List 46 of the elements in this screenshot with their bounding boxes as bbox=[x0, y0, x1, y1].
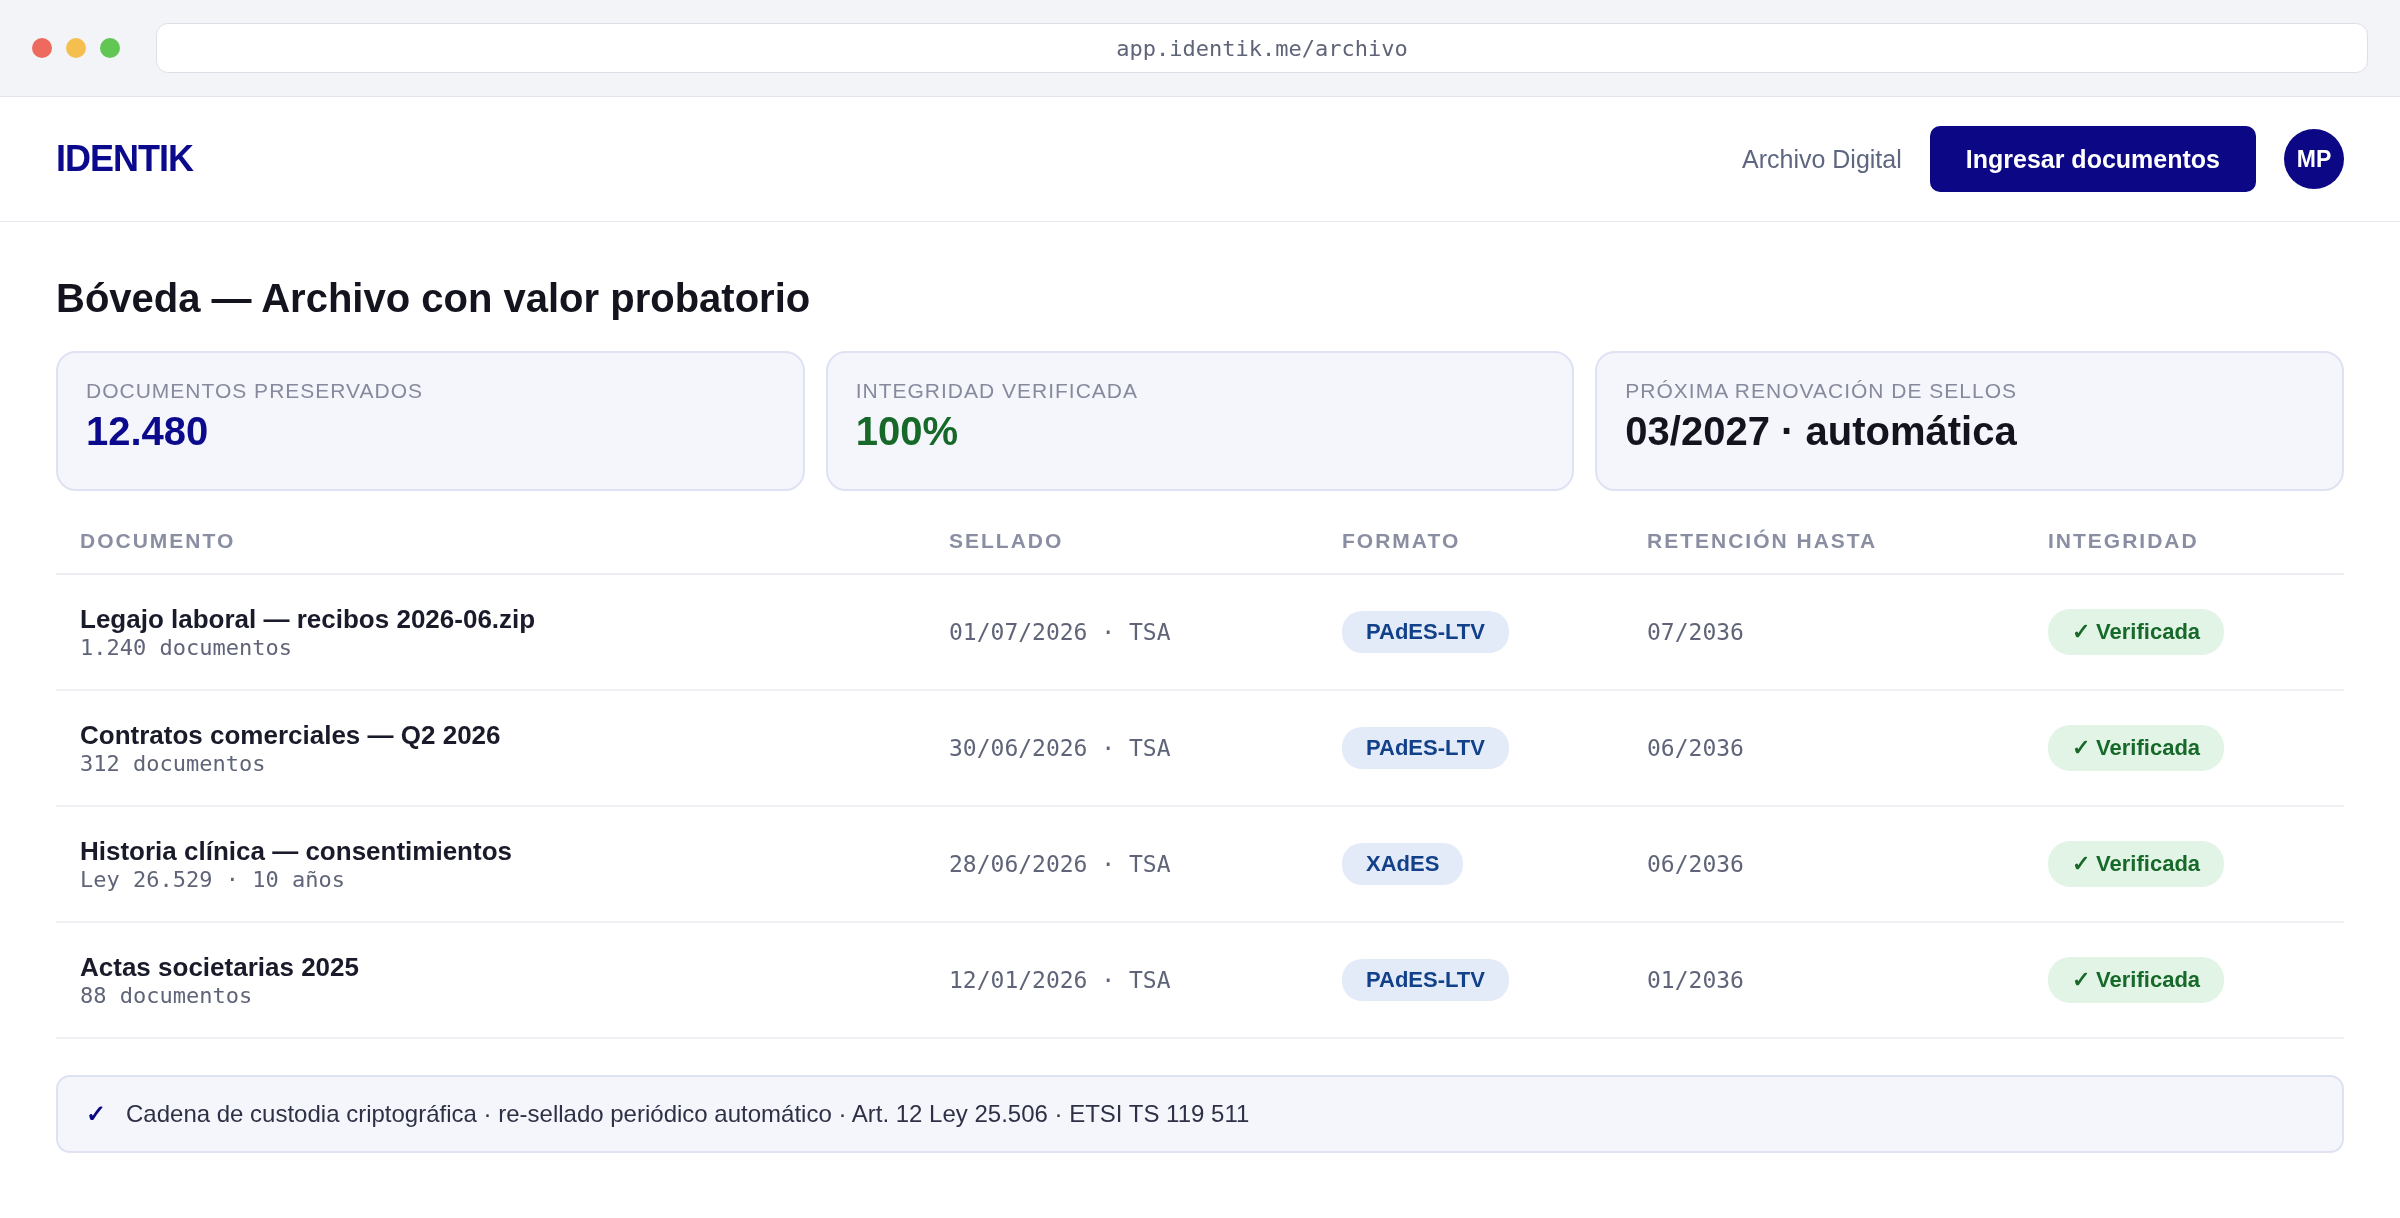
document-name: Historia clínica — consentimientos bbox=[80, 836, 512, 867]
column-header: RETENCIÓN HASTA bbox=[1623, 491, 2024, 575]
logo[interactable]: IDENTIK bbox=[56, 138, 1742, 180]
column-header: FORMATO bbox=[1318, 491, 1623, 575]
page-title: Bóveda — Archivo con valor probatorio bbox=[56, 276, 812, 321]
integrity-status: ✓ Verificada bbox=[2048, 609, 2225, 655]
nav-link[interactable]: Archivo Digital bbox=[1742, 144, 1902, 174]
sealed-date: 30/06/2026 · TSA bbox=[949, 735, 1171, 761]
close-window-dot[interactable] bbox=[32, 38, 52, 58]
address-bar[interactable]: app.identik.me/archivo bbox=[156, 23, 2368, 73]
document-name: Contratos comerciales — Q2 2026 bbox=[80, 720, 501, 751]
column-header: INTEGRIDAD bbox=[2024, 491, 2344, 575]
column-header: DOCUMENTO bbox=[56, 491, 925, 575]
column-header: SELLADO bbox=[925, 491, 1318, 575]
integrity-status: ✓ Verificada bbox=[2048, 725, 2225, 771]
upload-documents-button[interactable]: Ingresar documentos bbox=[1929, 126, 2256, 192]
retention-date: 06/2036 bbox=[1647, 735, 1744, 761]
sealed-date: 28/06/2026 · TSA bbox=[949, 851, 1171, 877]
stat-value: 100% bbox=[855, 409, 959, 454]
stat-value: 03/2027 · automática bbox=[1625, 409, 2018, 454]
format-tag: PAdES-LTV bbox=[1342, 727, 1509, 769]
maximize-window-dot[interactable] bbox=[100, 38, 120, 58]
sealed-date: 12/01/2026 · TSA bbox=[949, 967, 1171, 993]
format-tag: PAdES-LTV bbox=[1342, 959, 1509, 1001]
integrity-status: ✓ Verificada bbox=[2048, 841, 2225, 887]
stat-label: INTEGRIDAD VERIFICADA bbox=[855, 379, 1140, 403]
document-detail: 1.240 documentos bbox=[80, 635, 292, 660]
stat-label: DOCUMENTOS PRESERVADOS bbox=[86, 379, 425, 403]
integrity-status: ✓ Verificada bbox=[2048, 957, 2225, 1003]
format-tag: PAdES-LTV bbox=[1342, 611, 1509, 653]
custody-text: Cadena de custodia criptográfica · re-sellado periódico automático · Art. 12 Ley 25.506 · ETSI TS 119 511 bbox=[126, 1100, 1250, 1128]
format-tag: XAdES bbox=[1342, 843, 1464, 885]
retention-date: 07/2036 bbox=[1647, 619, 1744, 645]
stat-value: 12.480 bbox=[86, 409, 210, 454]
document-name: Legajo laboral — recibos 2026-06.zip bbox=[80, 604, 536, 635]
document-detail: 88 documentos bbox=[80, 983, 253, 1008]
document-detail: Ley 26.529 · 10 años bbox=[80, 867, 345, 892]
user-avatar[interactable]: MP bbox=[2284, 129, 2344, 189]
retention-date: 01/2036 bbox=[1647, 967, 1744, 993]
document-detail: 312 documentos bbox=[80, 751, 266, 776]
sealed-date: 01/07/2026 · TSA bbox=[949, 619, 1171, 645]
retention-date: 06/2036 bbox=[1647, 851, 1744, 877]
minimize-window-dot[interactable] bbox=[66, 38, 86, 58]
stat-label: PRÓXIMA RENOVACIÓN DE SELLOS bbox=[1625, 379, 2019, 403]
document-name: Actas societarias 2025 bbox=[80, 952, 359, 983]
check-mark: ✓ bbox=[86, 1100, 106, 1128]
